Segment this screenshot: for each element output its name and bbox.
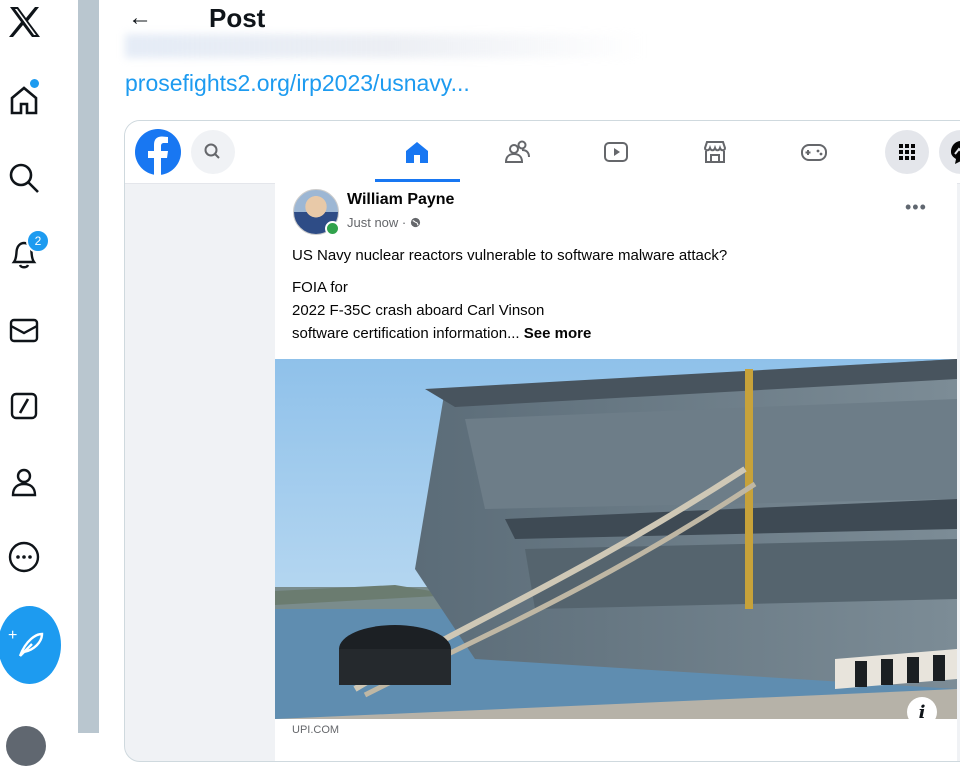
tweet-link[interactable]: prosefights2.org/irp2023/usnavy... (125, 70, 470, 97)
post-text-line-4: software certification information... Se… (292, 322, 591, 345)
post-more-options-button[interactable]: ••• (905, 197, 927, 218)
facebook-top-bar (125, 121, 960, 184)
link-source-domain: UPI.COM (292, 724, 340, 736)
facebook-post: William Payne Just now · ••• US Navy nuc… (275, 183, 957, 761)
x-logo-icon[interactable] (4, 2, 44, 42)
messages-icon[interactable] (4, 310, 44, 350)
notification-count-badge: 2 (26, 229, 50, 253)
post-text-line-2: FOIA for (292, 279, 348, 296)
left-navigation: 2 + (0, 0, 78, 766)
more-options-icon[interactable] (4, 537, 44, 577)
profile-icon[interactable] (4, 462, 44, 502)
search-icon[interactable] (4, 158, 44, 198)
post-meta: Just now · (347, 215, 421, 230)
facebook-gaming-tab-icon[interactable] (794, 132, 834, 172)
post-text-line-3: 2022 F-35C crash aboard Carl Vinson (292, 302, 545, 319)
active-tab-indicator (375, 179, 460, 182)
blurred-text-line (125, 34, 645, 58)
svg-text:+: + (8, 627, 17, 644)
post-text-line-4-content: software certification information... (292, 325, 520, 342)
account-avatar[interactable] (6, 726, 46, 766)
post-timestamp: Just now · (347, 215, 410, 230)
post-author-name[interactable]: William Payne (347, 191, 454, 209)
home-unread-dot (30, 79, 39, 88)
facebook-messenger-button[interactable] (939, 130, 960, 174)
online-status-dot (325, 221, 340, 236)
facebook-search-button[interactable] (191, 130, 235, 174)
ad-info-button[interactable]: i (907, 697, 937, 727)
globe-icon (410, 215, 421, 230)
grok-icon[interactable] (4, 386, 44, 426)
facebook-menu-grid-button[interactable] (885, 130, 929, 174)
embedded-screenshot-card[interactable]: William Payne Just now · ••• US Navy nuc… (124, 120, 960, 762)
back-button[interactable]: ← (128, 4, 152, 32)
scroll-divider (78, 0, 99, 733)
facebook-friends-tab-icon[interactable] (497, 132, 537, 172)
facebook-marketplace-tab-icon[interactable] (695, 132, 735, 172)
facebook-watch-tab-icon[interactable] (596, 132, 636, 172)
facebook-home-tab-icon[interactable] (397, 132, 437, 172)
facebook-logo-icon (135, 129, 181, 175)
post-text-line-1: US Navy nuclear reactors vulnerable to s… (292, 247, 728, 264)
see-more-link[interactable]: See more (524, 325, 592, 342)
post-photo-aircraft-carrier[interactable] (275, 359, 957, 719)
compose-post-button[interactable]: + (0, 606, 61, 684)
page-title: Post (209, 3, 266, 33)
